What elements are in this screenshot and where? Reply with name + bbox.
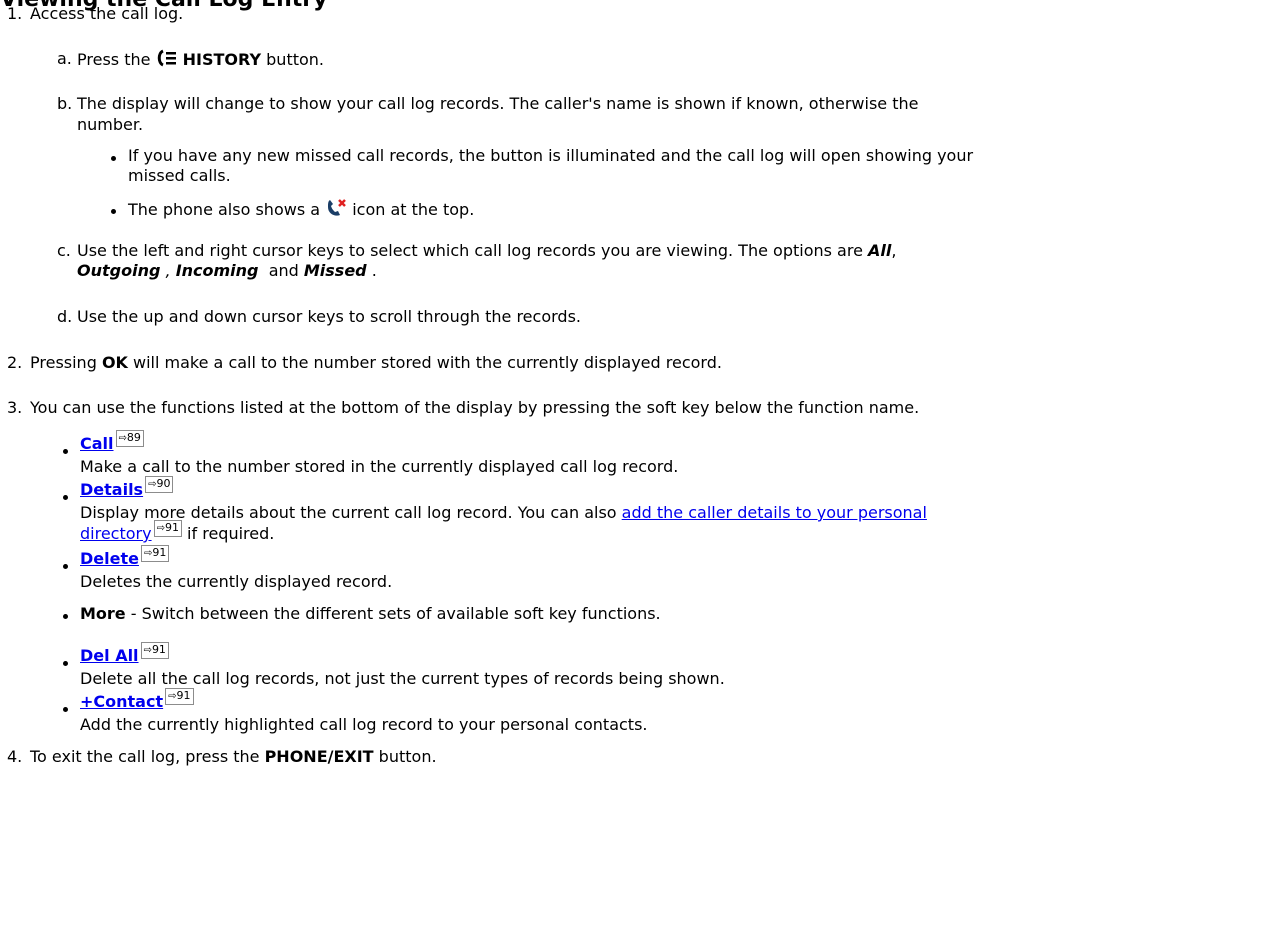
bullet — [63, 564, 68, 569]
function-delete: Delete ⇨91 — [80, 545, 170, 570]
delete-link[interactable]: Delete — [80, 549, 139, 568]
substep-letter: c. — [57, 241, 71, 260]
substep-d: Use the up and down cursor keys to scrol… — [77, 307, 581, 326]
function-desc: Add the currently highlighted call log r… — [80, 715, 648, 734]
bullet — [111, 156, 116, 161]
page-ref[interactable]: ⇨91 — [140, 642, 169, 659]
substep-c-line2: Outgoing , Incoming and Missed . — [77, 261, 377, 280]
bullet — [63, 614, 68, 619]
missed-call-icon — [325, 198, 347, 223]
del-all-link[interactable]: Del All — [80, 646, 139, 665]
call-link[interactable]: Call — [80, 434, 114, 453]
bullet-text: The phone also shows a icon at the top. — [128, 198, 474, 223]
function-details: Details ⇨90 — [80, 476, 174, 501]
step-number: 3. — [7, 398, 23, 417]
page-ref[interactable]: ⇨91 — [153, 520, 182, 537]
page-ref[interactable]: ⇨91 — [140, 545, 170, 562]
bullet — [63, 707, 68, 712]
add-caller-link[interactable]: add the caller details to your personal — [622, 503, 927, 522]
substep-b-line1: The display will change to show your cal… — [77, 94, 919, 113]
substep-letter: b. — [57, 94, 73, 113]
substep-c-line1: Use the left and right cursor keys to se… — [77, 241, 897, 260]
function-desc: Delete all the call log records, not jus… — [80, 669, 725, 688]
page-ref[interactable]: ⇨91 — [165, 688, 194, 705]
function-desc: Make a call to the number stored in the … — [80, 457, 679, 476]
function-desc: Deletes the currently displayed record. — [80, 572, 393, 591]
step-number: 1. — [7, 4, 23, 23]
step-number: 2. — [7, 353, 23, 372]
step-text: To exit the call log, press the PHONE/EX… — [30, 747, 437, 766]
function-del-all: Del All ⇨91 — [80, 642, 169, 667]
step-text: Pressing OK will make a call to the numb… — [30, 353, 722, 372]
add-contact-link[interactable]: +Contact — [80, 692, 163, 711]
directory-link[interactable]: directory — [80, 524, 152, 543]
bullet — [63, 495, 68, 500]
page-ref[interactable]: ⇨89 — [115, 430, 144, 447]
step-text: You can use the functions listed at the … — [30, 398, 920, 417]
step-text: Access the call log. — [30, 4, 184, 23]
history-icon — [156, 49, 178, 72]
function-call: Call ⇨89 — [80, 430, 144, 455]
bullet-text-line1: If you have any new missed call records,… — [128, 146, 974, 165]
function-more: More - Switch between the different sets… — [80, 604, 661, 623]
function-desc: Display more details about the current c… — [80, 503, 927, 522]
bullet — [63, 449, 68, 454]
page-ref[interactable]: ⇨90 — [145, 476, 174, 493]
substep-letter: a. — [57, 49, 72, 68]
bullet — [111, 209, 116, 214]
function-contact: +Contact ⇨91 — [80, 688, 194, 713]
substep-b-line2: number. — [77, 115, 144, 134]
substep-letter: d. — [57, 307, 73, 326]
substep-a: Press the HISTORY button. — [77, 49, 324, 72]
details-link[interactable]: Details — [80, 480, 143, 499]
step-number: 4. — [7, 747, 23, 766]
bullet — [63, 661, 68, 666]
bullet-text-line2: missed calls. — [128, 166, 231, 185]
function-desc-line2: directory ⇨91 if required. — [80, 520, 275, 543]
